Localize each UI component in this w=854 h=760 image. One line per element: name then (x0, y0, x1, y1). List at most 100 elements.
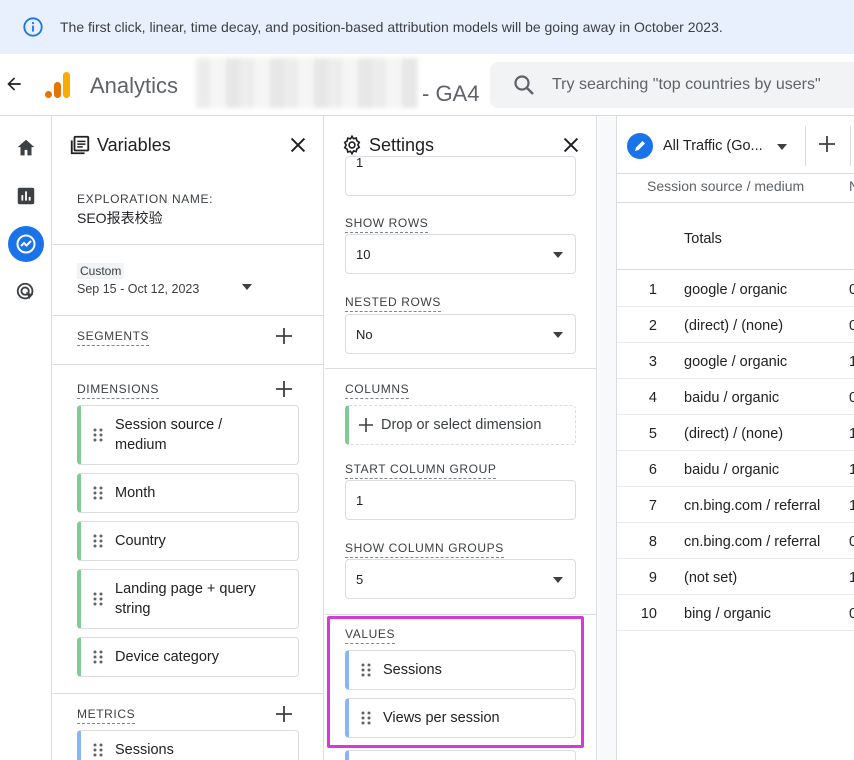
row-metric: 1 (849, 570, 854, 586)
row-value: baidu / organic (684, 462, 780, 478)
value-chip-partial[interactable] (345, 750, 576, 760)
table-row[interactable]: 8 cn.bing.com / referral 0 (617, 523, 854, 559)
row-metric: 0 (849, 282, 854, 298)
chevron-down-icon[interactable] (777, 144, 787, 150)
show-column-groups-select[interactable]: 5 (345, 559, 576, 599)
row-number: 4 (648, 390, 657, 406)
columns-label: COLUMNS (345, 382, 410, 399)
info-icon (23, 17, 43, 37)
notice-banner: The first click, linear, time decay, and… (0, 0, 854, 54)
column-header-metric[interactable]: N (849, 178, 854, 194)
property-name[interactable]: - GA4 (422, 81, 479, 107)
table-row[interactable]: 10 bing / organic 0 (617, 595, 854, 631)
start-column-group-value: 1 (356, 492, 364, 508)
drop-dimension-zone[interactable]: Drop or select dimension (345, 405, 576, 445)
gear-icon (343, 134, 361, 156)
tab-label: All Traffic (Go... (663, 138, 763, 154)
edit-icon[interactable] (627, 133, 653, 159)
exploration-name-label: EXPLORATION NAME: (77, 192, 214, 206)
row-metric: 1 (849, 498, 854, 514)
chevron-down-icon[interactable] (242, 284, 252, 290)
dimension-chip[interactable]: Session source / medium (77, 405, 299, 465)
column-header[interactable]: Session source / medium (647, 178, 804, 194)
tab-all-traffic[interactable]: All Traffic (Go... (617, 126, 805, 166)
metric-chip[interactable]: Sessions (77, 730, 299, 760)
row-number: 8 (648, 534, 657, 550)
row-number: 2 (648, 318, 657, 334)
row-metric: 0 (849, 534, 854, 550)
dimension-label: Country (115, 533, 166, 549)
row-value: bing / organic (684, 606, 772, 622)
back-arrow-icon[interactable] (4, 74, 24, 94)
app-title: Analytics (90, 73, 179, 98)
table-row[interactable]: 4 baidu / organic 0 (617, 379, 854, 415)
drag-handle-icon[interactable] (93, 534, 103, 548)
drag-handle-icon[interactable] (93, 428, 103, 442)
show-column-groups-value: 5 (356, 571, 364, 587)
settings-title: Settings (369, 134, 435, 155)
show-rows-value: 10 (356, 246, 371, 262)
date-range[interactable]: Sep 15 - Oct 12, 2023 (77, 282, 199, 296)
row-metric: 0 (849, 318, 854, 334)
dimension-chip[interactable]: Landing page + query string (77, 569, 299, 629)
show-column-groups-label: SHOW COLUMN GROUPS (345, 541, 504, 558)
table-row[interactable]: 3 google / organic 1 (617, 343, 854, 379)
free-form-table: All Traffic (Go... Session source / medi… (616, 116, 854, 760)
nested-rows-select[interactable]: No (345, 314, 576, 354)
nav-reports[interactable] (8, 178, 44, 214)
advertising-icon (16, 282, 34, 300)
totals-row: Totals (617, 202, 854, 270)
date-badge: Custom (77, 263, 125, 279)
row-metric: 1 (849, 462, 854, 478)
home-icon (17, 139, 35, 156)
settings-panel: Settings 1 SHOW ROWS 10 NESTED ROWS No C… (325, 116, 597, 760)
dimension-chip[interactable]: Month (77, 473, 299, 513)
table-row[interactable]: 2 (direct) / (none) 0 (617, 307, 854, 343)
nav-home[interactable] (8, 130, 44, 166)
chevron-down-icon (553, 252, 563, 258)
banner-text: The first click, linear, time decay, and… (60, 19, 723, 35)
table-row[interactable]: 9 (not set) 1 (617, 559, 854, 595)
metrics-label: METRICS (77, 707, 136, 724)
table-row[interactable]: 6 baidu / organic 1 (617, 451, 854, 487)
app-header: Analytics - GA4 (0, 54, 854, 116)
explore-icon (16, 234, 36, 254)
close-icon[interactable] (287, 134, 309, 156)
dimension-chip[interactable]: Device category (77, 637, 299, 677)
table-row[interactable]: 5 (direct) / (none) 1 (617, 415, 854, 451)
exploration-canvas: All Traffic (Go... Session source / medi… (598, 116, 854, 760)
redacted-account-name (196, 58, 418, 108)
add-segment-icon[interactable] (275, 327, 293, 345)
table-row[interactable]: 1 google / organic 0 (617, 271, 854, 307)
row-metric: 1 (849, 426, 854, 442)
drag-handle-icon[interactable] (93, 650, 103, 664)
add-dimension-icon[interactable] (275, 380, 293, 398)
nested-rows-value: No (356, 326, 373, 342)
bar-chart-icon (17, 187, 35, 205)
row-value: google / organic (684, 354, 788, 370)
drag-handle-icon[interactable] (93, 592, 103, 606)
table-row[interactable]: 7 cn.bing.com / referral 1 (617, 487, 854, 523)
analytics-logo-icon[interactable] (44, 70, 72, 100)
plus-icon (359, 418, 373, 432)
nav-advertising[interactable] (8, 274, 44, 310)
close-icon[interactable] (560, 134, 582, 156)
variables-header: Variables (53, 116, 323, 174)
variables-panel: Variables EXPLORATION NAME: SEO报表校验 Cust… (53, 116, 324, 760)
search-bar[interactable] (490, 62, 854, 108)
show-rows-select[interactable]: 10 (345, 234, 576, 274)
row-number: 9 (648, 570, 657, 586)
dimensions-label: DIMENSIONS (77, 382, 160, 399)
tab-bar: All Traffic (Go... (617, 116, 854, 174)
exploration-name[interactable]: SEO报表校验 (77, 208, 163, 228)
start-column-group-input[interactable]: 1 (345, 480, 576, 520)
nav-explore[interactable] (8, 226, 44, 262)
add-metric-icon[interactable] (275, 705, 293, 723)
dimension-chip[interactable]: Country (77, 521, 299, 561)
drag-handle-icon[interactable] (93, 486, 103, 500)
add-tab-icon[interactable] (817, 134, 837, 154)
variables-title: Variables (97, 134, 171, 155)
drag-handle-icon[interactable] (93, 743, 103, 757)
search-input[interactable] (552, 76, 852, 94)
row-metric: 0 (849, 606, 854, 622)
